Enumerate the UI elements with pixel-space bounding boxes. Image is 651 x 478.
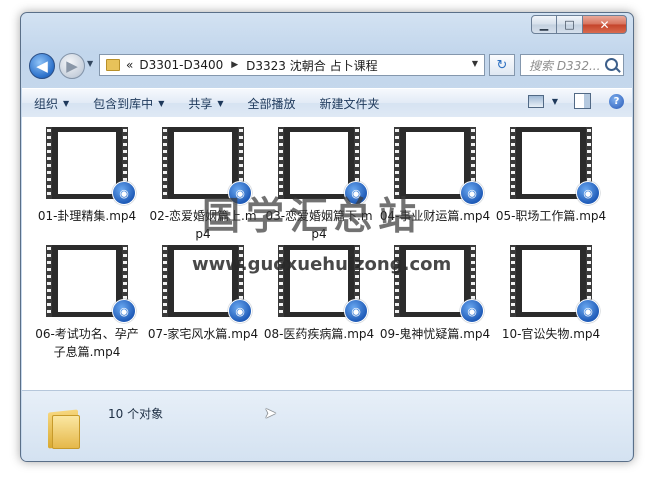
- close-button[interactable]: ✕: [583, 15, 627, 34]
- address-bar[interactable]: « D3301-D3400 ▶ D3323 沈朝合 占卜课程 ▼: [99, 54, 485, 76]
- share-label: 共享: [188, 96, 213, 111]
- view-options-dropdown-icon[interactable]: ▼: [552, 97, 558, 106]
- wmp-badge-icon: ◉: [576, 299, 600, 323]
- video-thumbnail: ◉: [46, 245, 136, 323]
- refresh-button[interactable]: ↻: [489, 54, 515, 76]
- video-thumbnail: ◉: [46, 127, 136, 205]
- search-icon[interactable]: [605, 58, 618, 71]
- navigation-bar: ◀ ▶ ▼ « D3301-D3400 ▶ D3323 沈朝合 占卜课程 ▼ ↻…: [21, 51, 633, 81]
- include-in-library-button[interactable]: 包含到库中 ▼: [81, 95, 176, 112]
- maximize-button[interactable]: □: [557, 15, 583, 34]
- preview-pane-icon[interactable]: [574, 93, 591, 109]
- play-all-button[interactable]: 全部播放: [236, 95, 308, 112]
- wmp-badge-icon: ◉: [344, 299, 368, 323]
- item-count: 10 个对象: [108, 407, 164, 421]
- breadcrumb-separator-icon[interactable]: ▶: [231, 60, 238, 70]
- wmp-badge-icon: ◉: [460, 181, 484, 205]
- folder-icon: [106, 59, 120, 71]
- new-folder-label: 新建文件夹: [319, 96, 380, 111]
- file-name: 08-医药疾病篇.mp4: [263, 327, 375, 341]
- details-pane: 10 个对象 ➤: [22, 390, 632, 461]
- video-thumbnail: ◉: [510, 245, 600, 323]
- watermark-title: 国学汇总站: [202, 193, 423, 238]
- mouse-cursor-icon: ➤: [264, 404, 277, 422]
- toolbar-right: ▼ ?: [527, 93, 624, 109]
- change-view-icon[interactable]: [527, 94, 544, 108]
- play-all-label: 全部播放: [247, 96, 296, 111]
- back-arrow-icon: ◀: [36, 57, 48, 75]
- breadcrumb-item[interactable]: D3301-D3400: [139, 58, 223, 72]
- file-name: 07-家宅风水篇.mp4: [147, 327, 259, 341]
- address-dropdown-icon[interactable]: ▼: [472, 59, 478, 68]
- share-button[interactable]: 共享 ▼: [176, 95, 235, 112]
- caption-buttons: ▁ □ ✕: [531, 15, 627, 34]
- watermark-url: www.guoxuehuizong.com: [192, 254, 452, 275]
- search-input[interactable]: 搜索 D332...: [520, 54, 624, 76]
- file-name: 09-鬼神忧疑篇.mp4: [379, 327, 491, 341]
- folder-icon: [48, 407, 80, 449]
- chevron-down-icon: ▼: [158, 98, 165, 108]
- wmp-badge-icon: ◉: [576, 181, 600, 205]
- breadcrumb-overflow[interactable]: «: [126, 58, 133, 72]
- breadcrumb-item[interactable]: D3323 沈朝合 占卜课程: [246, 57, 377, 74]
- refresh-icon: ↻: [496, 57, 508, 73]
- file-name: 06-考试功名、孕产子息篇.mp4: [35, 327, 139, 359]
- organize-label: 组织: [34, 96, 59, 111]
- wmp-badge-icon: ◉: [112, 299, 136, 323]
- file-name: 05-职场工作篇.mp4: [495, 209, 607, 223]
- wmp-badge-icon: ◉: [228, 299, 252, 323]
- command-bar: 组织 ▼ 包含到库中 ▼ 共享 ▼ 全部播放 新建文件夹 ▼ ?: [22, 88, 632, 118]
- search-placeholder: 搜索 D332...: [529, 58, 601, 73]
- file-name: 10-官讼失物.mp4: [501, 327, 601, 341]
- minimize-button[interactable]: ▁: [531, 15, 557, 34]
- help-icon[interactable]: ?: [609, 93, 624, 109]
- recent-pages-dropdown[interactable]: ▼: [87, 59, 93, 68]
- forward-arrow-icon: ▶: [66, 57, 78, 75]
- include-in-library-label: 包含到库中: [93, 96, 154, 111]
- chevron-down-icon: ▼: [217, 98, 224, 108]
- chevron-down-icon: ▼: [63, 98, 70, 108]
- organize-button[interactable]: 组织 ▼: [22, 95, 81, 112]
- file-name: 01-卦理精集.mp4: [37, 209, 137, 223]
- new-folder-button[interactable]: 新建文件夹: [308, 95, 392, 112]
- back-button[interactable]: ◀: [29, 53, 55, 79]
- wmp-badge-icon: ◉: [460, 299, 484, 323]
- forward-button[interactable]: ▶: [59, 53, 85, 79]
- video-thumbnail: ◉: [510, 127, 600, 205]
- wmp-badge-icon: ◉: [112, 181, 136, 205]
